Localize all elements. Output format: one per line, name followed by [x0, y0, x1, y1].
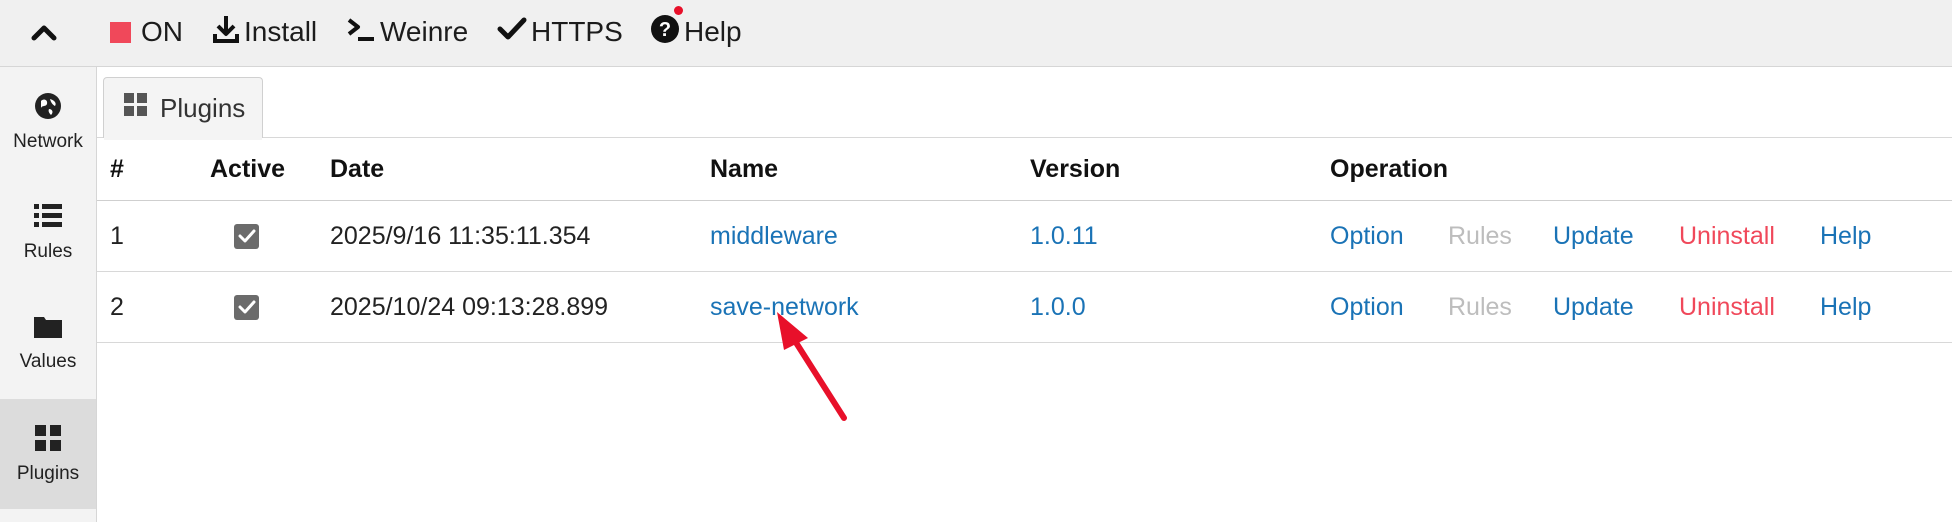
active-checkbox[interactable]: [234, 201, 259, 271]
https-label: HTTPS: [531, 16, 623, 47]
plugins-table-header: # Active Date Name Version Operation: [97, 138, 1952, 201]
notification-dot: [674, 6, 683, 15]
plugin-date: 2025/9/16 11:35:11.354: [330, 221, 591, 250]
download-icon: [212, 14, 244, 51]
stop-square-icon: [110, 21, 131, 43]
sidebar-item-rules[interactable]: Rules: [0, 177, 96, 287]
update-link[interactable]: Update: [1553, 272, 1634, 342]
sidebar-item-label: Plugins: [16, 463, 80, 484]
row-index: 1: [110, 221, 124, 250]
uninstall-link[interactable]: Uninstall: [1679, 272, 1775, 342]
plugin-version-link[interactable]: 1.0.0: [1030, 272, 1086, 342]
weinre-button[interactable]: Weinre: [346, 12, 468, 52]
grid-icon: [104, 92, 160, 124]
on-toggle-button[interactable]: ON: [110, 12, 183, 52]
sidebar-item-network[interactable]: Network: [0, 67, 96, 177]
column-header-name: Name: [710, 154, 779, 183]
globe-icon: [33, 89, 63, 123]
option-link[interactable]: Option: [1330, 272, 1404, 342]
top-toolbar: ON Install Weinre HTTPS ? Help: [0, 0, 1952, 67]
checkmark-icon: [497, 16, 531, 49]
uninstall-link[interactable]: Uninstall: [1679, 201, 1775, 271]
update-link[interactable]: Update: [1553, 201, 1634, 271]
svg-text:?: ?: [659, 19, 671, 41]
sidebar-item-label: Rules: [23, 241, 73, 262]
rules-link-disabled: Rules: [1448, 221, 1512, 250]
option-link[interactable]: Option: [1330, 201, 1404, 271]
column-header-version: Version: [1030, 154, 1121, 183]
table-row: 2 2025/10/24 09:13:28.899 save-network 1…: [97, 272, 1952, 343]
sidebar: Network Rules Values Plugins: [0, 67, 97, 522]
row-index: 2: [110, 292, 124, 321]
sidebar-item-label: Values: [19, 351, 77, 372]
install-label: Install: [244, 16, 318, 47]
terminal-icon: [346, 15, 380, 50]
weinre-label: Weinre: [380, 16, 469, 47]
table-row: 1 2025/9/16 11:35:11.354 middleware 1.0.…: [97, 201, 1952, 272]
tab-bar: Plugins: [97, 67, 1952, 140]
plugin-name-link[interactable]: middleware: [710, 201, 838, 271]
help-label: Help: [684, 16, 742, 47]
plugin-version-link[interactable]: 1.0.11: [1030, 201, 1098, 271]
sidebar-item-label: Network: [13, 131, 83, 152]
sidebar-item-values[interactable]: Values: [0, 287, 96, 397]
tab-label: Plugins: [160, 92, 246, 123]
annotation-arrow-icon: [770, 312, 850, 429]
sidebar-item-plugins[interactable]: Plugins: [0, 399, 96, 509]
https-button[interactable]: HTTPS: [497, 12, 623, 52]
column-header-operation: Operation: [1330, 154, 1449, 183]
active-checkbox[interactable]: [234, 272, 259, 342]
column-header-date: Date: [330, 154, 385, 183]
list-icon: [33, 199, 63, 233]
column-header-active: Active: [210, 154, 286, 183]
tab-plugins[interactable]: Plugins: [103, 77, 263, 140]
question-circle-icon: ?: [650, 14, 684, 51]
help-button[interactable]: ? Help: [650, 12, 742, 52]
column-header-index: #: [110, 154, 124, 183]
install-button[interactable]: Install: [212, 12, 317, 52]
rules-link-disabled: Rules: [1448, 292, 1512, 321]
help-link[interactable]: Help: [1820, 272, 1871, 342]
on-label: ON: [141, 16, 183, 47]
folder-icon: [33, 309, 63, 343]
plugin-date: 2025/10/24 09:13:28.899: [330, 292, 609, 321]
grid-icon: [34, 421, 62, 455]
collapse-chevron-up-icon[interactable]: [26, 18, 62, 46]
help-link[interactable]: Help: [1820, 201, 1871, 271]
